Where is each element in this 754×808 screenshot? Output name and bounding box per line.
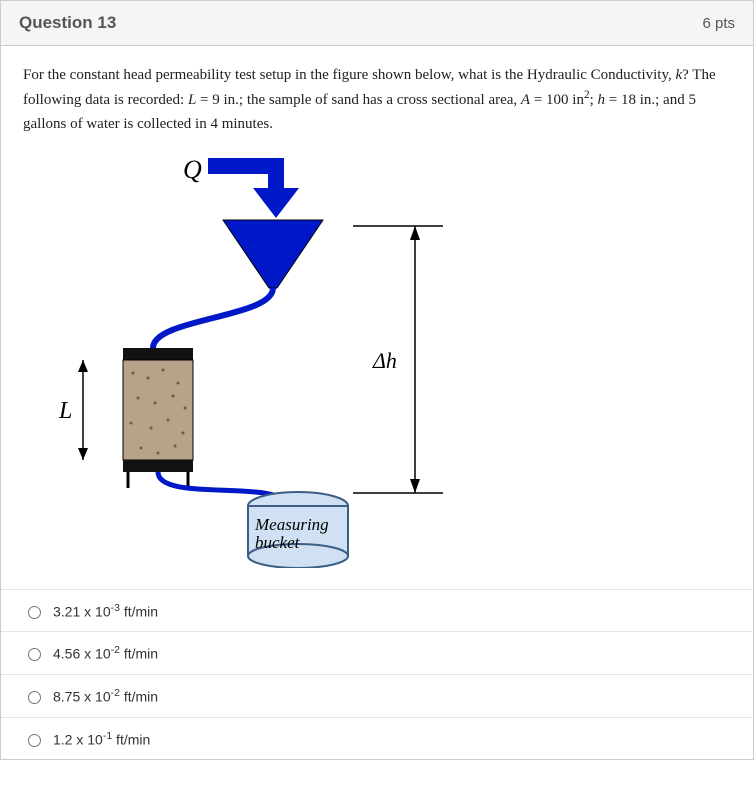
answer-pre: 3.21 x 10 [53,603,111,619]
prompt-text: = 9 in.; the sample of sand has a cross … [196,92,521,108]
answer-exp: -3 [111,602,120,614]
sand-sample [123,360,193,460]
answer-post: ft/min [120,689,158,705]
label-dh: Δh [372,348,397,373]
answer-radio[interactable] [28,734,41,747]
question-container: Question 13 6 pts For the constant head … [0,0,754,760]
answer-option[interactable]: 3.21 x 10-3 ft/min [1,590,753,633]
answer-option[interactable]: 4.56 x 10-2 ft/min [1,632,753,675]
prompt-text: For the constant head permeability test … [23,67,676,83]
answer-pre: 4.56 x 10 [53,646,111,662]
label-L: L [58,398,72,424]
answer-label: 1.2 x 10-1 ft/min [53,730,150,748]
answer-exp: -2 [111,644,120,656]
answer-pre: 8.75 x 10 [53,689,111,705]
prompt-text: = 100 in [530,92,584,108]
answer-pre: 1.2 x 10 [53,731,103,747]
answer-list: 3.21 x 10-3 ft/min 4.56 x 10-2 ft/min 8.… [1,589,753,760]
answer-label: 3.21 x 10-3 ft/min [53,602,158,620]
dim-dh-arrowup [410,226,420,240]
question-prompt: For the constant head permeability test … [23,64,731,136]
dim-L-arrowdn [78,448,88,460]
inflow-pipe-down [268,158,284,188]
question-body: For the constant head permeability test … [1,46,753,589]
figure: Q [23,148,731,571]
label-bucket-1: Measuring [254,515,329,534]
funnel [223,220,323,288]
question-header: Question 13 6 pts [1,1,753,46]
answer-post: ft/min [112,731,150,747]
answer-radio[interactable] [28,648,41,661]
answer-label: 8.75 x 10-2 ft/min [53,687,158,705]
answer-post: ft/min [120,646,158,662]
permeability-figure-svg: Q [23,148,463,568]
question-title: Question 13 [19,13,116,33]
prompt-var-A: A [521,92,530,108]
answer-option[interactable]: 1.2 x 10-1 ft/min [1,718,753,760]
prompt-var-h: h [598,92,606,108]
answer-label: 4.56 x 10-2 ft/min [53,644,158,662]
answer-exp: -1 [103,730,112,742]
answer-post: ft/min [120,603,158,619]
answer-exp: -2 [111,687,120,699]
label-bucket-2: bucket [255,533,301,552]
sample-bottom-plate [123,460,193,472]
answer-radio[interactable] [28,691,41,704]
answer-radio[interactable] [28,606,41,619]
label-Q: Q [183,155,202,184]
tube-top [153,288,273,348]
inflow-arrowhead [253,188,299,218]
inflow-pipe [208,158,278,174]
prompt-text: ; [590,92,598,108]
sample-top-plate [123,348,193,360]
question-points: 6 pts [702,15,735,32]
dim-L-arrowup [78,360,88,372]
dim-dh-arrowdn [410,479,420,493]
answer-option[interactable]: 8.75 x 10-2 ft/min [1,675,753,718]
